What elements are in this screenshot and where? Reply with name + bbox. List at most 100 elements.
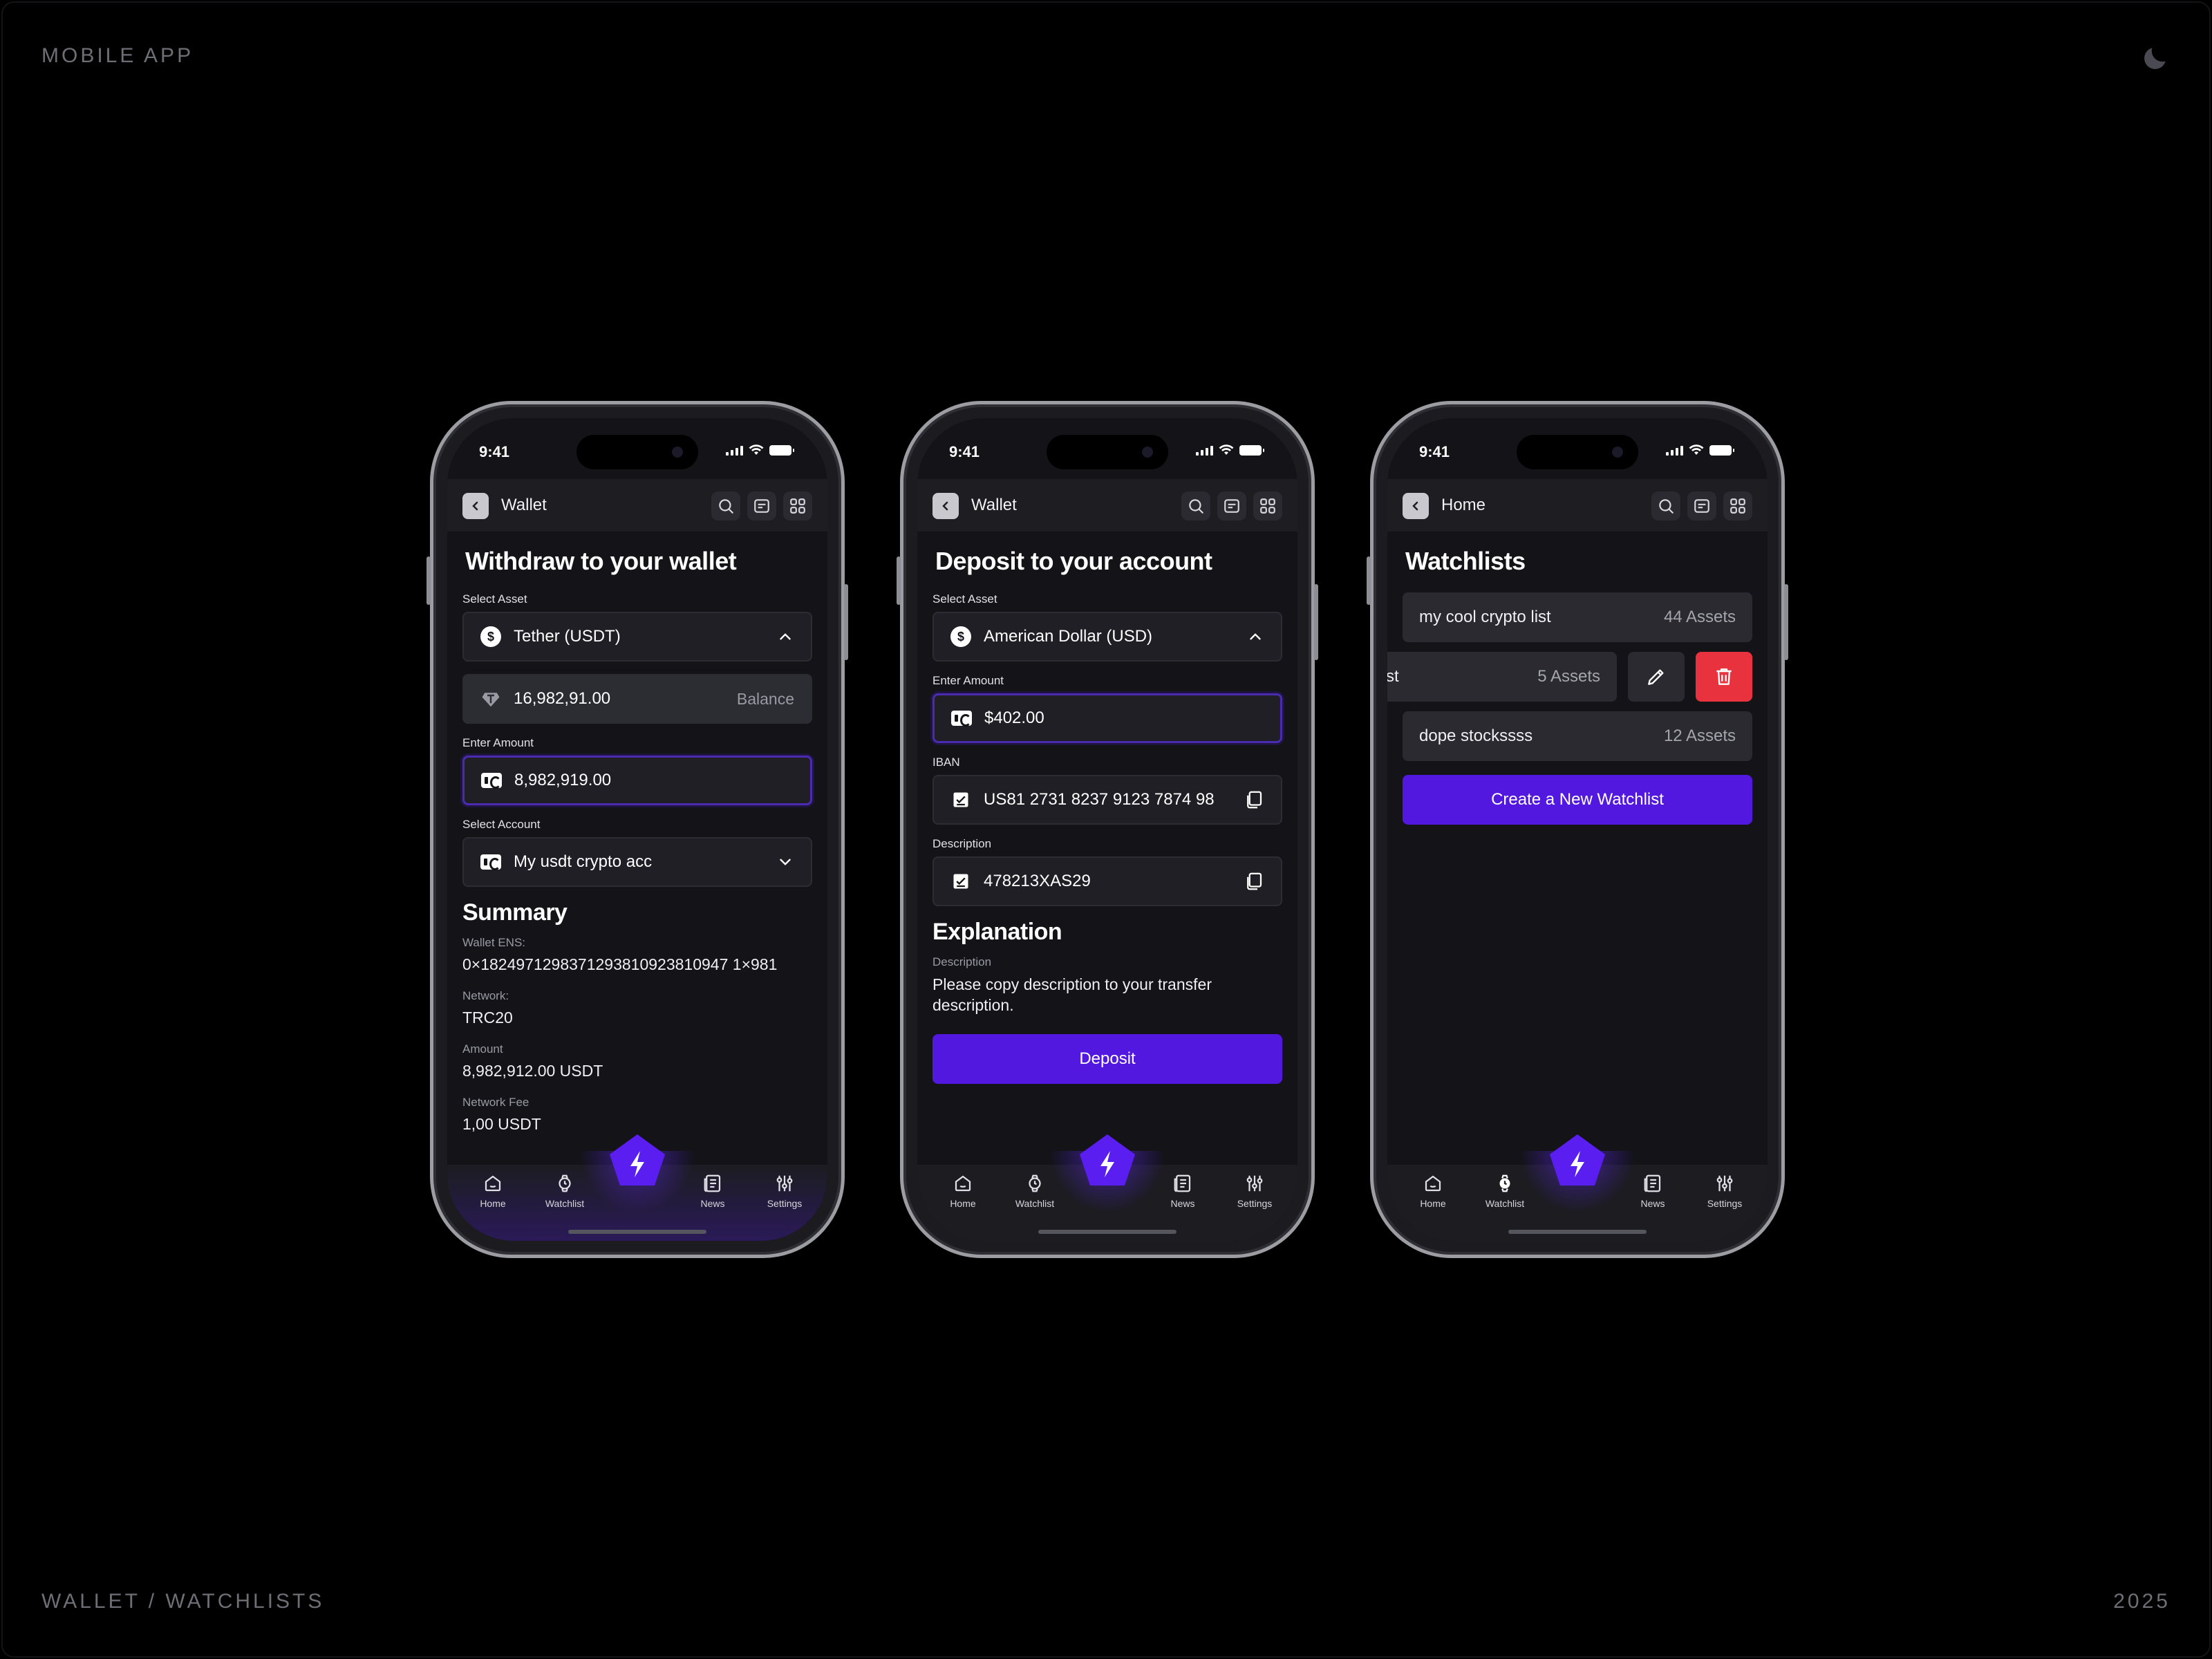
deposit-button[interactable]: Deposit: [932, 1033, 1282, 1084]
page-title: Watchlists: [1405, 547, 1526, 575]
page-title: Withdraw to your wallet: [465, 547, 737, 575]
chevron-up-icon: [1250, 633, 1261, 640]
search-icon: [1189, 499, 1203, 514]
copy-icon[interactable]: [1244, 789, 1264, 810]
apps-button[interactable]: [783, 491, 812, 521]
withdraw-screen: 9:41 Wallet Withdraw to your wallet Sele…: [447, 418, 827, 1241]
grid-icon: [790, 498, 805, 514]
tab-settings[interactable]: Settings: [1227, 1173, 1282, 1209]
phone-withdraw: 9:41 Wallet Withdraw to your wallet Sele…: [427, 401, 848, 1258]
tab-settings[interactable]: Settings: [1697, 1173, 1752, 1209]
search-button[interactable]: [1651, 491, 1680, 521]
chevron-down-icon: [780, 859, 791, 865]
explanation-title: Explanation: [932, 919, 1062, 945]
tab-label: News: [1170, 1198, 1195, 1209]
description-label: Description: [932, 837, 992, 850]
back-button[interactable]: [462, 493, 489, 519]
notifications-button[interactable]: [1217, 491, 1246, 521]
tab-news[interactable]: News: [685, 1173, 740, 1209]
header-title: Wallet: [971, 496, 1017, 514]
sliders-icon: [1716, 1175, 1733, 1192]
deposit-form: Deposit to your account Select Asset $ A…: [932, 547, 1282, 1084]
chevron-up-icon: [780, 633, 791, 640]
back-button[interactable]: [1403, 493, 1429, 519]
apps-button[interactable]: [1723, 491, 1752, 521]
amount-input[interactable]: 8,982,919.00: [462, 756, 812, 805]
phone-watchlists: 9:41 Home Watchlists my cool crypto list: [1367, 401, 1788, 1258]
account-value: My usdt crypto acc: [514, 852, 653, 871]
delete-button[interactable]: [1696, 652, 1752, 702]
watchlist-count: 12 Assets: [1663, 727, 1736, 745]
bolt-icon: [610, 1134, 665, 1185]
tab-home[interactable]: Home: [935, 1173, 991, 1209]
message-icon: [1224, 499, 1239, 513]
watchlists-list: Watchlists my cool crypto list 44 Assets…: [1387, 547, 1752, 825]
apps-button[interactable]: [1253, 491, 1282, 521]
grid-icon: [1730, 498, 1745, 514]
iban-value: US81 2731 8237 9123 7874 98: [984, 790, 1215, 809]
account-select[interactable]: My usdt crypto acc: [462, 837, 812, 887]
explanation-label: Description: [932, 955, 992, 968]
watchlist-item[interactable]: dope stockssss 12 Assets: [1403, 711, 1752, 761]
home-indicator: [1508, 1230, 1647, 1234]
search-button[interactable]: [711, 491, 740, 521]
watchlists-screen: 9:41 Home Watchlists my cool crypto list: [1387, 418, 1768, 1241]
app-header: Wallet: [447, 479, 827, 532]
status-bar: 9:41: [1387, 438, 1768, 465]
grid-icon: [1260, 498, 1275, 514]
watchlist-name: my cool crypto list: [1419, 608, 1551, 626]
app-header: Home: [1387, 479, 1768, 532]
tab-bar: Home Watchlist News Settings: [917, 1134, 1297, 1241]
deposit-screen: 9:41 Wallet Deposit to your account Sele…: [917, 418, 1297, 1241]
asset-select[interactable]: $ American Dollar (USD): [932, 612, 1282, 662]
tab-label: Watchlist: [545, 1198, 585, 1209]
create-watchlist-button[interactable]: Create a New Watchlist: [1403, 775, 1752, 825]
tab-watchlist[interactable]: Watchlist: [537, 1173, 592, 1209]
battery-icon: [1709, 444, 1734, 456]
tab-home[interactable]: Home: [465, 1173, 521, 1209]
edit-button[interactable]: [1628, 652, 1685, 702]
sliders-icon: [1246, 1175, 1263, 1192]
tab-home[interactable]: Home: [1405, 1173, 1461, 1209]
description-field[interactable]: 478213XAS29: [932, 856, 1282, 906]
tab-news[interactable]: News: [1155, 1173, 1210, 1209]
notifications-button[interactable]: [1687, 491, 1716, 521]
enter-amount-label: Enter Amount: [932, 674, 1004, 687]
tab-label: News: [1640, 1198, 1665, 1209]
summary-value: 8,982,912.00 USDT: [462, 1062, 603, 1080]
header-title: Home: [1441, 496, 1486, 514]
message-icon: [1694, 499, 1709, 513]
watchlist-item[interactable]: my cool crypto list 44 Assets: [1403, 592, 1752, 642]
summary-value: 0×1824971298371293810923810947 1×981: [462, 955, 778, 973]
watch-icon: [1029, 1174, 1041, 1192]
home-indicator: [568, 1230, 706, 1234]
pencil-icon: [1648, 669, 1664, 685]
summary-title: Summary: [462, 899, 568, 926]
search-button[interactable]: [1181, 491, 1210, 521]
chevron-left-icon: [1412, 501, 1418, 511]
action-center-button[interactable]: [1546, 1132, 1609, 1195]
copy-icon[interactable]: [1244, 871, 1264, 892]
notifications-button[interactable]: [747, 491, 776, 521]
tab-label: Watchlist: [1015, 1198, 1055, 1209]
tab-news[interactable]: News: [1625, 1173, 1680, 1209]
watch-icon: [559, 1174, 571, 1192]
search-icon: [1659, 499, 1674, 514]
status-bar: 9:41: [447, 438, 827, 465]
action-center-button[interactable]: [1076, 1132, 1139, 1195]
amount-input[interactable]: $402.00: [932, 693, 1282, 743]
tab-label: Home: [480, 1198, 506, 1209]
document-check-icon: [953, 792, 968, 807]
explanation-text: Please copy description to your transfer…: [932, 975, 1212, 1014]
back-button[interactable]: [932, 493, 959, 519]
iban-field[interactable]: US81 2731 8237 9123 7874 98: [932, 775, 1282, 825]
watchlist-item[interactable]: st 5 Assets: [1387, 652, 1617, 702]
asset-select[interactable]: $ Tether (USDT): [462, 612, 812, 662]
tab-settings[interactable]: Settings: [757, 1173, 812, 1209]
tab-watchlist[interactable]: Watchlist: [1007, 1173, 1062, 1209]
action-center-button[interactable]: [606, 1132, 669, 1195]
tab-watchlist[interactable]: Watchlist: [1477, 1173, 1533, 1209]
news-icon: [704, 1174, 721, 1192]
moon-icon[interactable]: [2140, 43, 2171, 73]
news-icon: [1174, 1174, 1191, 1192]
